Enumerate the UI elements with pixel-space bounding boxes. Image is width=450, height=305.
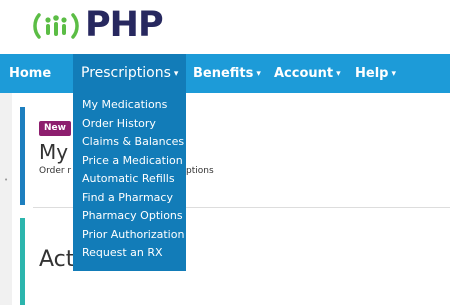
chevron-down-icon: ▾ <box>256 69 261 79</box>
menu-item-claims-balances[interactable]: Claims & Balances <box>82 135 184 149</box>
nav-benefits[interactable]: Benefits ▾ <box>193 54 261 93</box>
menu-item-request-an-rx[interactable]: Request an RX <box>82 246 163 260</box>
card-accent-bar <box>20 107 25 205</box>
chevron-down-icon: ▾ <box>173 69 179 79</box>
nav-account-label: Account <box>274 66 334 81</box>
chevron-down-icon: ▾ <box>336 69 341 79</box>
menu-item-price-a-medication[interactable]: Price a Medication <box>82 154 183 168</box>
card-title: Act <box>39 247 75 272</box>
nav-prescriptions[interactable]: Prescriptions ▾ <box>73 54 187 93</box>
menu-item-pharmacy-options[interactable]: Pharmacy Options <box>82 209 183 223</box>
nav-help[interactable]: Help ▾ <box>355 54 396 93</box>
nav-home-label: Home <box>9 66 52 81</box>
menu-item-find-a-pharmacy[interactable]: Find a Pharmacy <box>82 191 173 205</box>
card-title: My <box>39 140 69 164</box>
bullet-icon: • <box>4 176 9 184</box>
menu-item-order-history[interactable]: Order History <box>82 117 156 131</box>
nav-home[interactable]: Home <box>9 54 51 93</box>
main-nav: Home Prescriptions ▾ Benefits ▾ Account ▾ H… <box>0 54 450 93</box>
nav-account[interactable]: Account ▾ <box>274 54 341 93</box>
card-accent-bar <box>20 218 25 305</box>
nav-prescriptions-label: Prescriptions <box>81 65 171 81</box>
nav-benefits-label: Benefits <box>193 66 254 81</box>
new-badge: New <box>39 121 71 136</box>
site-header: PHP <box>0 0 450 54</box>
chevron-down-icon: ▾ <box>391 69 396 79</box>
prescriptions-dropdown: My Medications Order History Claims & Ba… <box>73 93 186 271</box>
brand-name[interactable]: PHP <box>85 5 164 45</box>
card-subtitle: Order r <box>39 166 72 176</box>
card-subtitle: ptions <box>186 166 214 176</box>
menu-item-prior-authorization[interactable]: Prior Authorization <box>82 228 184 242</box>
nav-help-label: Help <box>355 66 389 81</box>
left-gutter <box>0 93 12 305</box>
php-people-logo-icon[interactable] <box>33 11 79 41</box>
menu-item-my-medications[interactable]: My Medications <box>82 98 167 112</box>
menu-item-automatic-refills[interactable]: Automatic Refills <box>82 172 175 186</box>
